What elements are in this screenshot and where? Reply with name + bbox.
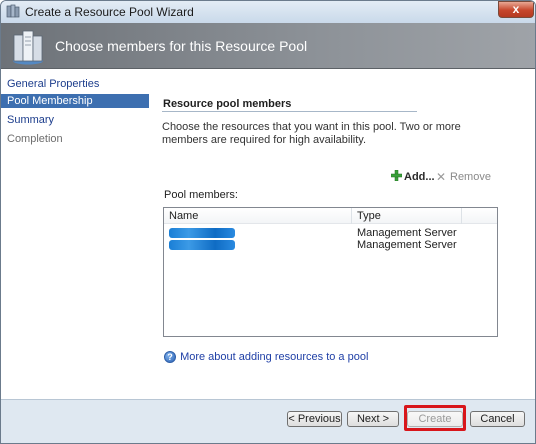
remove-button-label: Remove — [450, 171, 491, 183]
title-bar: Create a Resource Pool Wizard x — [1, 1, 535, 23]
close-button[interactable]: x — [498, 1, 534, 18]
column-header-type[interactable]: Type — [352, 208, 462, 224]
next-button[interactable]: Next > — [347, 411, 399, 427]
list-header: Name Type — [164, 208, 497, 224]
remove-x-icon: ✕ — [436, 170, 447, 184]
section-title: Resource pool members — [163, 98, 292, 110]
main-content: Resource pool members Choose the resourc… — [149, 69, 535, 399]
server-pool-icon — [11, 27, 45, 65]
previous-button[interactable]: < Previous — [287, 411, 342, 427]
help-link[interactable]: ? More about adding resources to a pool — [164, 351, 368, 364]
nav-step-summary[interactable]: Summary — [1, 113, 149, 127]
footer-divider — [1, 399, 535, 400]
row-type: Management Server — [357, 239, 457, 251]
row-type: Management Server — [357, 227, 457, 239]
nav-step-completion: Completion — [7, 133, 63, 145]
window-title: Create a Resource Pool Wizard — [25, 5, 194, 19]
pool-members-label: Pool members: — [164, 189, 238, 201]
nav-step-pool-membership[interactable]: Pool Membership — [1, 94, 149, 108]
wizard-banner: Choose members for this Resource Pool — [1, 23, 535, 69]
list-row[interactable]: Management Server — [164, 239, 497, 252]
create-button[interactable]: Create — [407, 411, 463, 427]
resource-pool-icon — [6, 4, 20, 18]
wizard-window: Create a Resource Pool Wizard x Choose m… — [0, 0, 536, 444]
nav-step-general-properties[interactable]: General Properties — [1, 77, 149, 91]
add-button-label: Add... — [404, 171, 435, 183]
help-icon: ? — [164, 351, 176, 364]
page-heading: Choose members for this Resource Pool — [55, 38, 308, 54]
column-header-name[interactable]: Name — [164, 208, 352, 224]
add-plus-icon — [390, 169, 403, 182]
add-button[interactable]: Add... — [390, 169, 435, 183]
section-divider — [162, 111, 417, 112]
column-header-spacer — [462, 208, 497, 224]
redacted-server-name — [169, 240, 235, 250]
cancel-button[interactable]: Cancel — [470, 411, 525, 427]
pool-members-list[interactable]: Name Type Management Server Management S… — [163, 207, 498, 337]
remove-button[interactable]: ✕ Remove — [436, 169, 491, 184]
help-link-text[interactable]: More about adding resources to a pool — [180, 351, 368, 363]
instructions-text: Choose the resources that you want in th… — [162, 121, 461, 146]
wizard-steps-nav: General Properties Pool Membership Summa… — [1, 69, 149, 399]
redacted-server-name — [169, 228, 235, 238]
